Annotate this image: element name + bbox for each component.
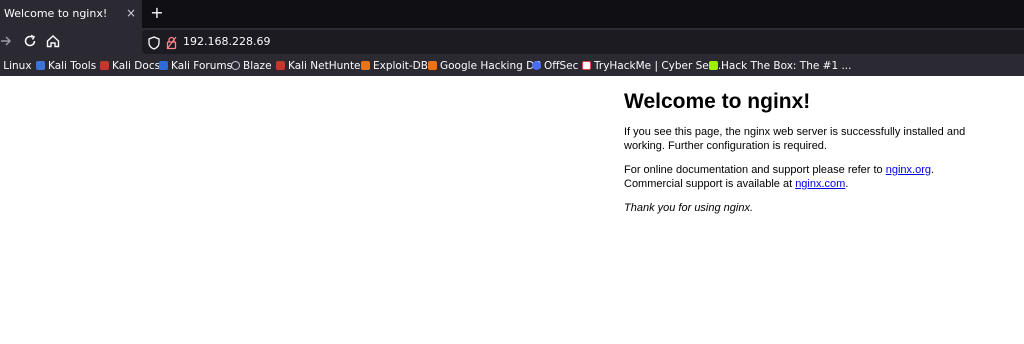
- bookmark-label: Google Hacking DB: [440, 60, 542, 72]
- bookmark-tryhackme[interactable]: TryHackMe | Cyber Sec...: [582, 59, 725, 73]
- globe-icon: [231, 61, 240, 70]
- tryhackme-icon: [582, 61, 591, 70]
- bookmark-label: Hack The Box: The #1 ...: [721, 60, 852, 72]
- commercial-period: .: [845, 177, 849, 190]
- tab-title: Welcome to nginx!: [4, 7, 108, 20]
- bookmark-blaze[interactable]: Blaze: [231, 59, 272, 73]
- bookmark-kali-docs[interactable]: Kali Docs: [100, 59, 160, 73]
- docs-period: .: [930, 164, 935, 176]
- shield-icon[interactable]: [148, 35, 160, 54]
- forward-icon[interactable]: [0, 33, 16, 49]
- home-icon[interactable]: [45, 33, 61, 49]
- page-title: Welcome to nginx!: [624, 90, 811, 113]
- url-text: 192.168.228.69: [183, 35, 271, 48]
- exploit-db-icon: [361, 61, 370, 70]
- browser-tab[interactable]: Welcome to nginx! ×: [0, 0, 142, 28]
- bookmark-kali-forums[interactable]: Kali Forums: [159, 59, 232, 73]
- bookmark-exploit-db[interactable]: Exploit-DB: [361, 59, 428, 73]
- bookmark-offsec[interactable]: OffSec: [532, 59, 578, 73]
- thanks-paragraph: Thank you for using nginx.: [624, 202, 1004, 216]
- bookmark-label: Kali NetHunter: [288, 60, 365, 72]
- reload-icon[interactable]: [22, 33, 38, 49]
- thanks-text: Thank you for using nginx.: [624, 202, 754, 214]
- insecure-lock-icon[interactable]: [166, 35, 177, 54]
- tab-strip: Welcome to nginx! × +: [0, 0, 1024, 28]
- bookmark-label: OffSec: [544, 60, 579, 72]
- nethunter-icon: [276, 61, 285, 70]
- bookmark-label: Kali Tools: [48, 60, 97, 72]
- close-tab-icon[interactable]: ×: [126, 6, 136, 20]
- bookmark-kali-tools[interactable]: Kali Tools: [36, 59, 96, 73]
- bookmark-google-hacking-db[interactable]: Google Hacking DB: [428, 59, 541, 73]
- bookmark-hack-the-box[interactable]: Hack The Box: The #1 ...: [709, 59, 851, 73]
- intro-paragraph: If you see this page, the nginx web serv…: [624, 126, 966, 152]
- kali-forums-icon: [159, 61, 168, 70]
- bookmark-label: TryHackMe | Cyber Sec...: [594, 60, 725, 72]
- ghdb-icon: [428, 61, 437, 70]
- bookmark-label: Blaze: [243, 60, 272, 72]
- nginx-com-link[interactable]: nginx.com: [795, 178, 845, 190]
- commercial-text: Commercial support is available at: [624, 177, 796, 190]
- bookmark-label: Kali Forums: [171, 60, 233, 72]
- page-content: Welcome to nginx! If you see this page, …: [0, 76, 1024, 344]
- bookmarks-toolbar: i Linux Kali Tools Kali Docs Kali Forums…: [0, 56, 1024, 76]
- bookmark-label: i Linux: [0, 60, 32, 72]
- bookmark-label: Exploit-DB: [373, 60, 428, 72]
- bookmark-kali-linux[interactable]: i Linux: [0, 59, 32, 73]
- offsec-icon: [532, 61, 541, 70]
- bookmark-label: Kali Docs: [112, 60, 161, 72]
- docs-paragraph: For online documentation and support ple…: [624, 164, 1004, 191]
- nginx-welcome-article: Welcome to nginx! If you see this page, …: [624, 89, 1004, 227]
- bookmark-kali-nethunter[interactable]: Kali NetHunter: [276, 59, 365, 73]
- kali-docs-icon: [100, 61, 109, 70]
- docs-text: For online documentation and support ple…: [624, 164, 886, 176]
- url-bar[interactable]: 192.168.228.69: [142, 30, 1024, 54]
- nginx-org-link[interactable]: nginx.org: [886, 164, 931, 176]
- htb-icon: [709, 61, 718, 70]
- kali-tools-icon: [36, 61, 45, 70]
- new-tab-button[interactable]: +: [149, 4, 165, 22]
